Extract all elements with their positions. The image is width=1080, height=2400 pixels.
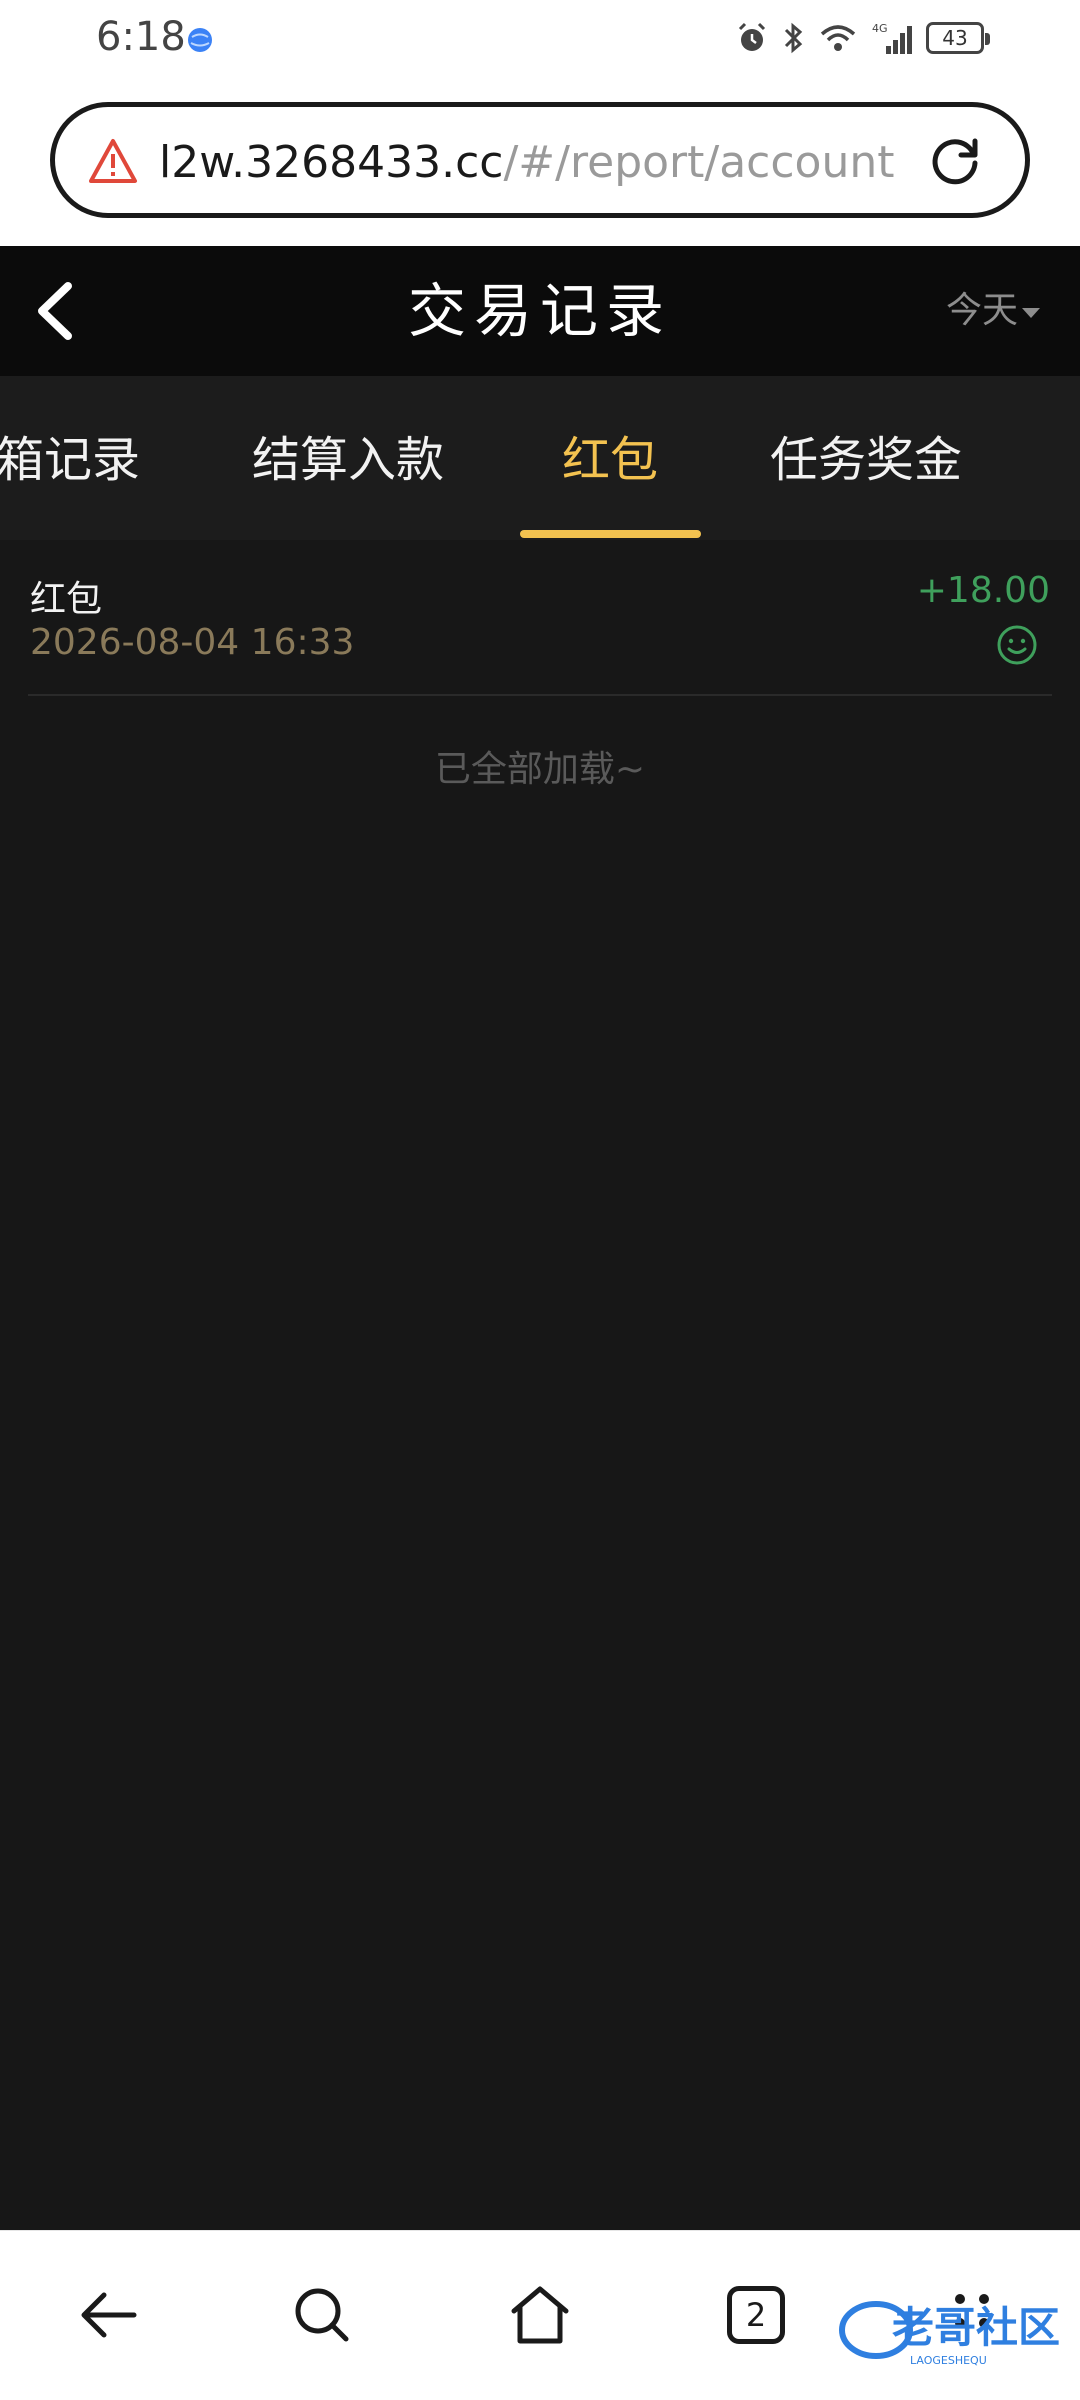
watermark-subtext: LAOGESHEQU — [910, 2354, 987, 2367]
arrow-left-icon — [81, 2292, 137, 2338]
chevron-down-icon — [1022, 308, 1040, 318]
tab-red-packet[interactable]: 红包 — [562, 428, 658, 492]
browser-globe-icon — [188, 28, 212, 52]
warning-icon[interactable] — [87, 137, 139, 185]
cellular-signal-icon: 4G — [872, 22, 912, 54]
nav-search-button[interactable] — [282, 2275, 362, 2355]
address-bar[interactable]: l2w.3268433.cc/#/report/account — [50, 102, 1030, 218]
nav-tabs-button[interactable]: 2 — [716, 2275, 796, 2355]
tab-box-records[interactable]: 箱记录 — [0, 428, 140, 492]
record-time: 2026-08-04 16:33 — [30, 622, 355, 663]
watermark-logo: 老哥社区 LAOGESHEQU — [839, 2301, 1060, 2367]
record-amount: +18.00 — [916, 570, 1050, 611]
wifi-icon — [820, 25, 856, 51]
network-type-label: 4G — [872, 22, 888, 35]
browser-toolbar: l2w.3268433.cc/#/report/account — [0, 78, 1080, 246]
smile-icon — [997, 625, 1037, 665]
transaction-list: 红包 2026-08-04 16:33 +18.00 已全部加载~ — [0, 540, 1080, 790]
battery-level: 43 — [942, 26, 968, 50]
search-icon — [295, 2288, 349, 2342]
status-time: 6:18 — [96, 14, 186, 60]
page-title: 交易记录 — [407, 277, 672, 345]
nav-home-button[interactable] — [500, 2275, 580, 2355]
url-host: l2w.3268433.cc — [159, 137, 504, 188]
record-title: 红包 — [30, 579, 103, 620]
reload-icon[interactable] — [925, 131, 985, 191]
status-bar: 6:18 4G 43 — [0, 0, 1080, 78]
bluetooth-icon — [784, 22, 803, 54]
nav-back-button[interactable] — [68, 2275, 148, 2355]
tab-settlement-deposit[interactable]: 结算入款 — [252, 428, 444, 492]
watermark-text: 老哥社区 — [892, 2303, 1060, 2352]
url-path: /#/report/account — [503, 137, 895, 188]
tab-count: 2 — [727, 2286, 785, 2344]
list-end-text: 已全部加载~ — [434, 749, 646, 790]
battery-icon: 43 — [926, 22, 990, 54]
active-tab-indicator — [520, 530, 701, 538]
tab-task-bonus[interactable]: 任务奖金 — [770, 428, 962, 492]
record-type-tabs: 箱记录 结算入款 红包 任务奖金 — [0, 376, 1080, 540]
alarm-icon — [738, 22, 766, 51]
home-icon — [511, 2286, 569, 2344]
app-header: 交易记录 今天 — [0, 246, 1080, 376]
list-item[interactable]: 红包 2026-08-04 16:33 +18.00 — [28, 540, 1052, 696]
url-text[interactable]: l2w.3268433.cc/#/report/account — [159, 133, 939, 193]
date-filter-dropdown[interactable]: 今天 — [946, 286, 1040, 336]
status-icons: 4G 43 — [734, 16, 990, 60]
date-filter-label: 今天 — [945, 290, 1018, 331]
